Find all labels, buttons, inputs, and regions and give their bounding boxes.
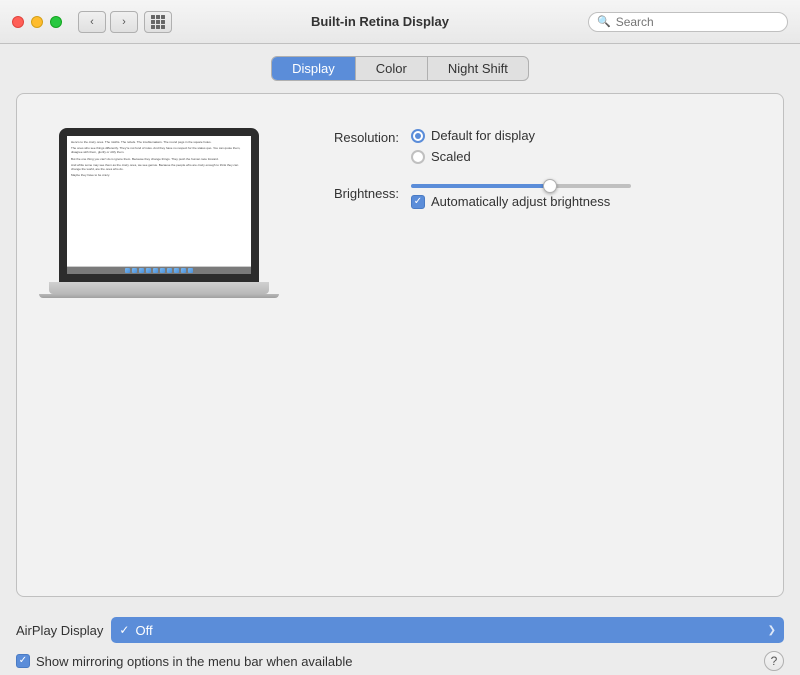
auto-brightness-label: Automatically adjust brightness	[431, 194, 610, 209]
resolution-default-radio[interactable]	[411, 129, 425, 143]
airplay-row: AirPlay Display ✓ Off ❯	[16, 617, 784, 643]
maximize-button[interactable]	[50, 16, 62, 28]
resolution-row: Resolution: Default for display Scaled	[299, 128, 751, 164]
tab-group: Display Color Night Shift	[271, 56, 529, 81]
tab-display[interactable]: Display	[272, 57, 355, 80]
laptop: Here's to the crazy ones. The misfits. T…	[59, 128, 259, 298]
titlebar: ‹ › Built-in Retina Display 🔍	[0, 0, 800, 44]
mirror-check-icon: ✓	[19, 656, 27, 666]
main-content: Display Color Night Shift Here's to the …	[0, 44, 800, 609]
forward-button[interactable]: ›	[110, 11, 138, 33]
resolution-scaled-radio[interactable]	[411, 150, 425, 164]
mirror-checkbox[interactable]: ✓	[16, 654, 30, 668]
chevron-down-icon: ❯	[768, 625, 776, 636]
airplay-check-icon: ✓	[119, 623, 129, 637]
mirror-label: Show mirroring options in the menu bar w…	[36, 654, 353, 669]
resolution-scaled-label: Scaled	[431, 149, 471, 164]
checkbox-check-icon: ✓	[414, 197, 422, 207]
brightness-row: Brightness: ✓ Automatically adjust brigh…	[299, 184, 751, 209]
laptop-illustration: Here's to the crazy ones. The misfits. T…	[49, 118, 269, 572]
airplay-display-label: AirPlay Display	[16, 623, 103, 638]
resolution-default-option[interactable]: Default for display	[411, 128, 535, 143]
back-button[interactable]: ‹	[78, 11, 106, 33]
auto-brightness-checkbox[interactable]: ✓	[411, 195, 425, 209]
search-input[interactable]	[616, 15, 779, 29]
resolution-default-label: Default for display	[431, 128, 535, 143]
settings-area: Resolution: Default for display Scaled B…	[299, 118, 751, 572]
brightness-label: Brightness:	[299, 184, 399, 201]
traffic-lights	[12, 16, 62, 28]
content-panel: Here's to the crazy ones. The misfits. T…	[16, 93, 784, 597]
airplay-dropdown[interactable]: ✓ Off ❯	[111, 617, 784, 643]
window-title: Built-in Retina Display	[172, 14, 588, 29]
nav-arrows: ‹ ›	[78, 11, 138, 33]
resolution-scaled-option[interactable]: Scaled	[411, 149, 535, 164]
brightness-slider-track[interactable]	[411, 184, 631, 188]
resolution-controls: Default for display Scaled	[411, 128, 535, 164]
bottom-bar: AirPlay Display ✓ Off ❯ ✓ Show mirroring…	[0, 609, 800, 675]
grid-icon	[151, 15, 165, 29]
minimize-button[interactable]	[31, 16, 43, 28]
tab-color[interactable]: Color	[355, 57, 427, 80]
grid-button[interactable]	[144, 11, 172, 33]
help-button[interactable]: ?	[764, 651, 784, 671]
laptop-foot	[39, 294, 279, 298]
mirror-row: ✓ Show mirroring options in the menu bar…	[16, 651, 784, 671]
laptop-dock	[67, 266, 251, 274]
search-icon: 🔍	[597, 15, 611, 28]
resolution-label: Resolution:	[299, 128, 399, 145]
close-button[interactable]	[12, 16, 24, 28]
brightness-controls: ✓ Automatically adjust brightness	[411, 184, 631, 209]
search-box[interactable]: 🔍	[588, 12, 788, 32]
laptop-screen-content: Here's to the crazy ones. The misfits. T…	[67, 136, 251, 266]
brightness-slider-thumb[interactable]	[543, 179, 557, 193]
auto-brightness-row[interactable]: ✓ Automatically adjust brightness	[411, 194, 631, 209]
laptop-screen: Here's to the crazy ones. The misfits. T…	[59, 128, 259, 282]
brightness-slider-row	[411, 184, 631, 188]
airplay-value: Off	[135, 623, 152, 638]
tab-nightshift[interactable]: Night Shift	[427, 57, 528, 80]
laptop-base	[49, 282, 269, 294]
tabs-bar: Display Color Night Shift	[16, 56, 784, 81]
